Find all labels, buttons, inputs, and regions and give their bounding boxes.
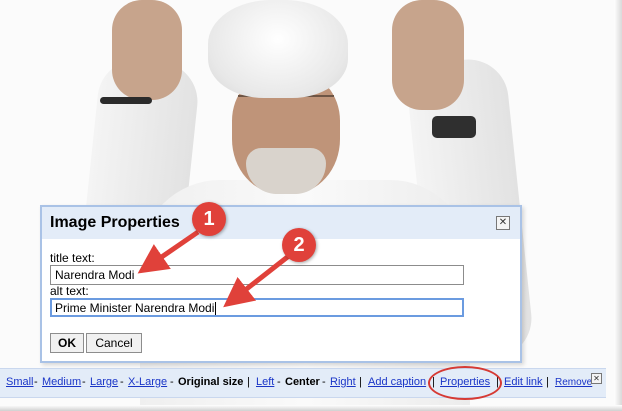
arrow-1 bbox=[137, 229, 200, 274]
size-small-link[interactable]: Small bbox=[6, 376, 34, 388]
separator-dash: - bbox=[322, 376, 326, 388]
separator-dash: - bbox=[82, 376, 86, 388]
separator-pipe: | bbox=[546, 376, 549, 388]
separator-pipe: | bbox=[247, 376, 250, 388]
align-center-current: Center bbox=[285, 376, 320, 388]
annotation-arrows bbox=[137, 229, 292, 308]
align-left-link[interactable]: Left bbox=[256, 376, 274, 388]
separator-dash: - bbox=[277, 376, 281, 388]
size-original-current: Original size bbox=[178, 376, 244, 388]
align-right-link[interactable]: Right bbox=[330, 376, 356, 388]
remove-link[interactable]: Remove bbox=[555, 377, 592, 388]
separator-pipe: | bbox=[359, 376, 362, 388]
separator-dash: - bbox=[120, 376, 124, 388]
close-icon[interactable]: ✕ bbox=[591, 373, 602, 384]
separator-dash: - bbox=[170, 376, 174, 388]
properties-highlight-oval bbox=[428, 366, 502, 400]
separator-dash: - bbox=[34, 376, 38, 388]
image-toolbar: Small - Medium - Large - X-Large - Origi… bbox=[0, 368, 606, 398]
size-medium-link[interactable]: Medium bbox=[42, 376, 81, 388]
size-xlarge-link[interactable]: X-Large bbox=[128, 376, 167, 388]
add-caption-link[interactable]: Add caption bbox=[368, 376, 426, 388]
annotation-badge-1: 1 bbox=[192, 202, 226, 236]
arrow-2 bbox=[223, 253, 292, 308]
size-large-link[interactable]: Large bbox=[90, 376, 118, 388]
annotation-badge-2: 2 bbox=[282, 228, 316, 262]
edit-link-link[interactable]: Edit link bbox=[504, 376, 543, 388]
